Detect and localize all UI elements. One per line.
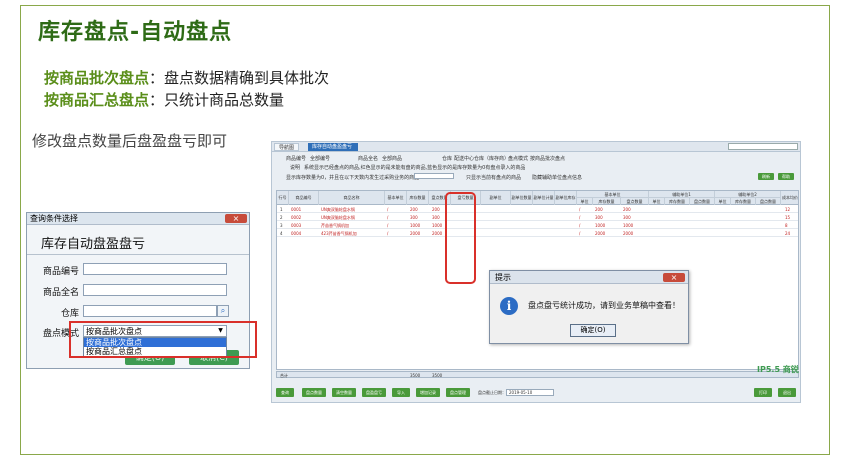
header-info: 商品编号 全部编号 商品全名 全部商品 仓库 配送中心仓库（库存商） 盘点模式 … [276, 155, 796, 187]
date-label: 盘点截止日期： [478, 390, 506, 395]
checkbox-zero-stock[interactable]: 显示库存数量为0，并且在以下天数内发生过采购业务的商品 [286, 174, 419, 181]
code-label: 商品编号 [42, 267, 79, 277]
col-unit: 基本单位 [385, 191, 407, 205]
summary-value: ：只统计商品总数量 [149, 91, 285, 109]
col-g3-unit: 单位 [715, 198, 731, 205]
table-row[interactable]: 3 0003 芹苗香气锅机加/1000 1000/1000 1000 8 [277, 222, 798, 229]
desc-line-batch: 按商品批次盘点：盘点数据精确到具体批次 [44, 67, 329, 88]
date-input[interactable]: 2019-05-10 [506, 389, 554, 396]
col-subqty: 副单位数量 [511, 191, 533, 205]
group-aux-unit1: 辅助单位1 [649, 191, 715, 198]
col-name: 商品名称 [319, 191, 385, 205]
col-g2-stock: 库存数量 [665, 198, 690, 205]
search-icon[interactable]: ⌕ [217, 305, 229, 317]
col-rowno: 行号 [277, 191, 289, 205]
footer-count: 3500 [432, 373, 443, 378]
query-button[interactable]: 查询 [276, 388, 294, 397]
mode-value: 按商品批次盘点 [530, 156, 566, 162]
col-substock: 副单位库存 [555, 191, 577, 205]
batch-key: 按商品批次盘点 [44, 69, 150, 87]
group-aux-unit2: 辅助单位2 [715, 191, 781, 198]
close-icon[interactable]: × [225, 214, 247, 223]
desc-label: 说明 [290, 165, 301, 171]
bottom-toolbar: 查询 盘点数量 清空数量 盘盈盘亏 导入 增加记录 盘点管理 盘点截止日期： 2… [276, 388, 796, 398]
clear-qty-button[interactable]: 清空数量 [332, 388, 356, 397]
col-cost: 成本均价 [781, 191, 798, 205]
dialog-title: 查询条件选择 [30, 214, 78, 223]
tab-navigation[interactable]: 导航图 [274, 143, 300, 151]
warehouse-label: 仓库 [442, 156, 453, 162]
dialog-titlebar: 查询条件选择 × [27, 213, 249, 225]
col-g3-count: 盘点数量 [756, 198, 781, 205]
grid-footer: 合计 3500 3500 [276, 371, 799, 378]
import-button[interactable]: 导入 [392, 388, 410, 397]
highlight-mode [69, 321, 257, 358]
name-label: 商品全名 [358, 156, 379, 162]
table-row[interactable]: 1 0001 UN爽双脑轮盘水锅/200 200/200 200 12 [277, 206, 798, 213]
divider [27, 254, 249, 255]
print-button[interactable]: 打印 [754, 388, 772, 397]
col-code: 商品编号 [289, 191, 319, 205]
summary-key: 按商品汇总盘点 [44, 91, 150, 109]
desc-line-summary: 按商品汇总盘点：只统计商品总数量 [44, 89, 284, 110]
col-g3-stock: 库存数量 [731, 198, 756, 205]
add-record-button[interactable]: 增加记录 [416, 388, 440, 397]
profit-loss-button[interactable]: 盘盈盘亏 [362, 388, 386, 397]
table-row[interactable]: 2 0002 UN爽双脑轮盘水锅/300 300/300 300 15 [277, 214, 798, 221]
name-input[interactable] [83, 284, 227, 296]
warehouse-value: 配送中心仓库（库存商） [454, 156, 510, 162]
msg-text: 盘点盘亏统计成功，请到业务草稿中查看！ [528, 301, 680, 310]
exit-button[interactable]: 退出 [778, 388, 796, 397]
msg-title: 提示 [495, 273, 511, 282]
name-value: 全部商品 [382, 156, 403, 162]
checkbox-current-only[interactable]: 只显示当前有盘点的商品 [466, 174, 521, 181]
table-row[interactable]: 4 0004 423芹苗香气锅机加/2000 2000/2000 2000 24 [277, 230, 798, 237]
warehouse-label: 仓库 [60, 309, 79, 319]
name-label: 商品全名 [42, 288, 79, 298]
ok-button[interactable]: 确定(O) [570, 324, 616, 337]
col-g1-unit: 单位 [577, 198, 593, 205]
warehouse-input[interactable] [83, 305, 217, 317]
refresh-button[interactable]: 刷新 [758, 173, 774, 180]
code-value: 全部编号 [310, 156, 331, 162]
col-g1-stock: 库存数量 [593, 198, 621, 205]
desc-value: 系统显示已经盘点的商品,红色显示的是未能有盘的商品,蓝色显示的是库存数量为0有盘… [304, 165, 526, 171]
help-button[interactable]: 帮助 [778, 173, 794, 180]
col-g1-count: 盘点数量 [621, 198, 649, 205]
highlight-loss-column [445, 192, 476, 284]
slide-title: 库存盘点-自动盘点 [38, 20, 233, 45]
group-base-unit: 基本单位 [577, 191, 649, 198]
grid-header: 行号 商品编号 商品名称 基本单位 库存数量 盘点数量 盘亏数量 副单位 副单位… [277, 191, 798, 205]
col-submeasure: 副单位计量 [533, 191, 555, 205]
close-icon[interactable]: × [663, 273, 685, 282]
batch-value: ：盘点数据精确到具体批次 [149, 69, 330, 87]
query-dialog: 查询条件选择 × 库存自动盘盈盘亏 商品编号 商品全名 仓库 ⌕ 盘点模式 确定… [26, 212, 257, 369]
days-input[interactable] [414, 173, 454, 179]
search-input[interactable] [728, 143, 798, 150]
inventory-manage-button[interactable]: 盘点管理 [446, 388, 470, 397]
footer-label: 合计 [280, 373, 288, 378]
slide-note: 修改盘点数量后盘盈盘亏即可 [32, 132, 228, 150]
code-input[interactable] [83, 263, 227, 275]
count-qty-button[interactable]: 盘点数量 [302, 388, 326, 397]
info-icon: i [500, 297, 518, 315]
footer-stock: 3500 [410, 373, 421, 378]
mode-label: 盘点模式 [508, 156, 529, 162]
dialog-heading: 库存自动盘盈盘亏 [41, 237, 146, 252]
col-subunit: 副单位 [481, 191, 511, 205]
success-message-box: 提示 × i 盘点盘亏统计成功，请到业务草稿中查看！ 确定(O) [489, 270, 689, 344]
col-g2-count: 盘点数量 [690, 198, 715, 205]
col-stock: 库存数量 [407, 191, 429, 205]
brand-logo: IP5.5 商锐 [757, 365, 799, 374]
code-label: 商品编号 [286, 156, 307, 162]
checkbox-hide-aux[interactable]: 隐藏辅助单位盘点信息 [532, 174, 582, 181]
msg-titlebar: 提示 × [490, 271, 688, 284]
tab-auto-inventory[interactable]: 库存自动盘盈盘亏 × [308, 143, 358, 158]
tab-bar: 导航图 库存自动盘盈盘亏 × [272, 142, 800, 158]
col-g2-unit: 单位 [649, 198, 665, 205]
